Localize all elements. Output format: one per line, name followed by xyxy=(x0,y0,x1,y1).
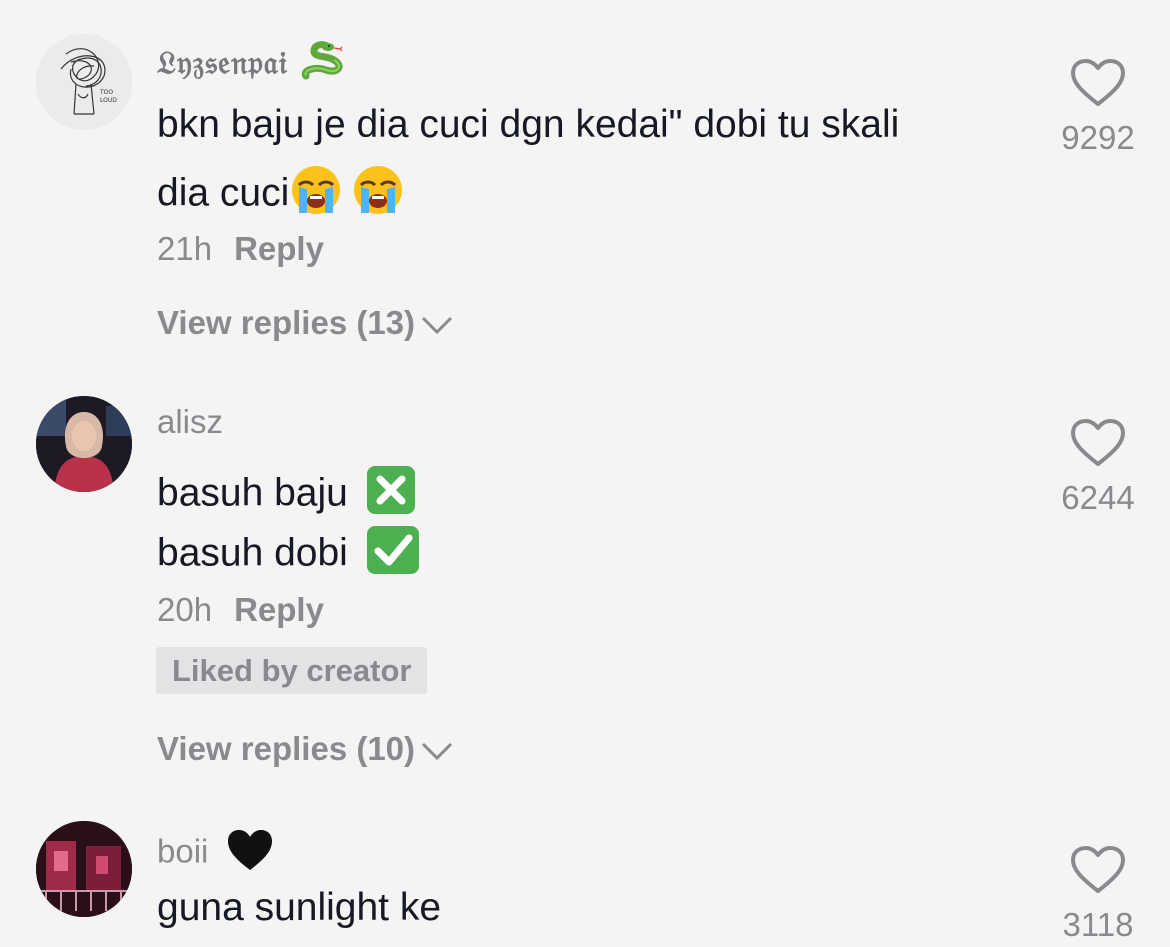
comment-text: guna sunlight ke xyxy=(157,886,441,930)
like-count: 3118 xyxy=(1062,906,1134,943)
comment-text-line: guna sunlight ke xyxy=(157,886,442,929)
avatar[interactable] xyxy=(36,821,132,917)
like-control[interactable]: 3118 xyxy=(1048,845,1148,944)
comment-item: boii guna sunlight ke 3118 xyxy=(0,0,1170,947)
heart-outline-icon[interactable] xyxy=(1070,845,1126,895)
profile-photo-icon xyxy=(36,821,132,917)
comment-username[interactable]: boii xyxy=(157,828,274,880)
username-text[interactable]: boii xyxy=(157,833,208,870)
black-heart-icon xyxy=(226,828,274,880)
